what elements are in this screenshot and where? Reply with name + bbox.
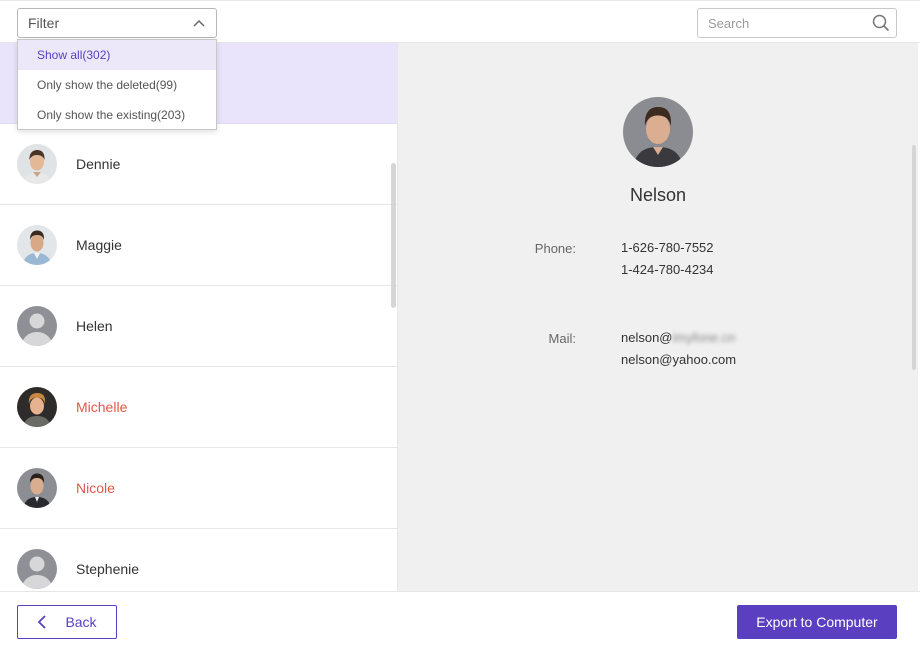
list-scrollbar[interactable] <box>391 163 396 308</box>
email-address: nelson@imyfone.cn <box>621 327 736 349</box>
contact-name: Helen <box>76 318 113 334</box>
filter-option-existing[interactable]: Only show the existing(203) <box>18 100 216 130</box>
phone-label: Phone: <box>534 241 576 256</box>
contact-detail-panel: Nelson Phone: 1-626-780-7552 1-424-780-4… <box>398 43 918 591</box>
avatar <box>17 387 57 427</box>
photo-man-icon <box>17 387 57 427</box>
phone-number: 1-626-780-7552 <box>621 240 714 255</box>
phone-values: 1-626-780-7552 1-424-780-4234 <box>621 237 714 281</box>
email-local-part: nelson@ <box>621 330 673 345</box>
contact-name: Stephenie <box>76 561 140 577</box>
default-person-icon <box>17 549 57 589</box>
photo-man-icon <box>17 468 57 508</box>
detail-scrollbar[interactable] <box>912 145 916 370</box>
contact-row-dennie[interactable]: Dennie <box>0 124 397 205</box>
filter-dropdown-menu: Show all(302) Only show the deleted(99) … <box>17 39 217 130</box>
chevron-left-icon <box>38 615 47 629</box>
email-address: nelson@yahoo.com <box>621 352 737 367</box>
search-icon[interactable] <box>872 14 890 32</box>
chevron-up-icon <box>193 19 205 27</box>
avatar <box>17 468 57 508</box>
search-box[interactable] <box>697 8 897 38</box>
email-domain-blurred: imyfone.cn <box>672 330 736 345</box>
phone-number: 1-424-780-4234 <box>621 262 714 277</box>
filter-label: Filter <box>28 15 60 31</box>
contact-name: Maggie <box>76 237 122 253</box>
contact-row-helen[interactable]: Helen <box>0 286 397 367</box>
contact-detail-name: Nelson <box>629 185 687 205</box>
avatar <box>17 306 57 346</box>
contact-name: Dennie <box>76 156 121 172</box>
search-input[interactable] <box>708 15 872 31</box>
contact-name-deleted: Michelle <box>76 399 128 415</box>
contact-row-michelle[interactable]: Michelle <box>0 367 397 448</box>
filter-option-deleted[interactable]: Only show the deleted(99) <box>18 70 216 100</box>
photo-man-icon <box>17 144 57 184</box>
mail-label: Mail: <box>548 331 576 346</box>
mail-values: nelson@imyfone.cn nelson@yahoo.com <box>621 327 736 371</box>
top-toolbar: Filter <box>0 0 920 43</box>
photo-man-icon <box>623 97 693 167</box>
photo-man-icon <box>17 225 57 265</box>
filter-dropdown[interactable]: Filter <box>17 8 217 38</box>
avatar <box>17 225 57 265</box>
filter-option-show-all[interactable]: Show all(302) <box>18 40 216 70</box>
detail-avatar <box>623 97 693 167</box>
contact-name-deleted: Nicole <box>76 480 115 496</box>
back-button-label: Back <box>65 614 97 630</box>
contact-row-stephenie[interactable]: Stephenie <box>0 529 397 591</box>
contact-row-nicole[interactable]: Nicole <box>0 448 397 529</box>
default-person-icon <box>17 306 57 346</box>
bottom-action-bar: Back Export to Computer <box>0 591 920 650</box>
avatar <box>17 144 57 184</box>
contact-row-maggie[interactable]: Maggie <box>0 205 397 286</box>
avatar <box>17 549 57 589</box>
export-to-computer-button[interactable]: Export to Computer <box>737 605 897 639</box>
back-button[interactable]: Back <box>17 605 117 639</box>
